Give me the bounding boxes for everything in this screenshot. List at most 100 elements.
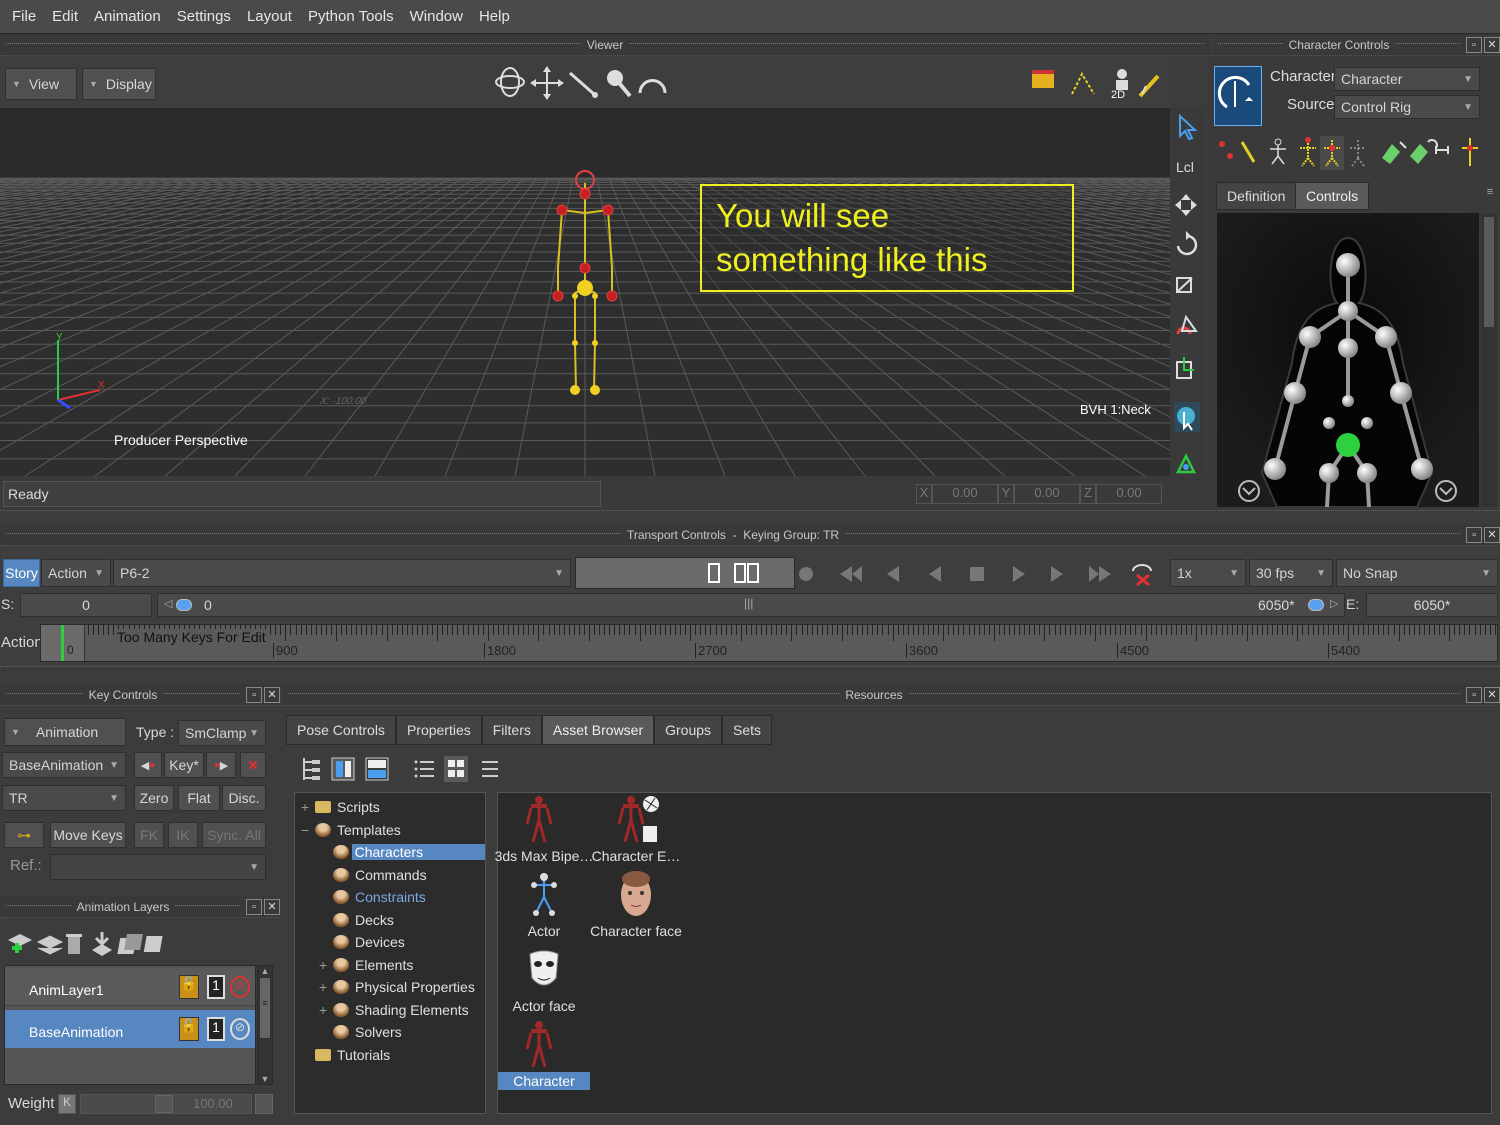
curve-icon[interactable] (1071, 71, 1095, 95)
expand-toggle-icon[interactable]: − (301, 822, 315, 838)
zoom-icon[interactable] (607, 70, 632, 98)
layers-close-icon[interactable]: ✕ (264, 898, 280, 915)
menu-item[interactable]: Animation (86, 8, 169, 25)
loop-icon[interactable] (1132, 564, 1152, 587)
next-key-button[interactable]: ● ▶ (206, 752, 236, 778)
character-dropdown[interactable]: Character ▼ (1334, 67, 1480, 91)
orbit-icon[interactable] (495, 67, 525, 97)
list-view-icon[interactable] (414, 760, 435, 778)
lock-icon[interactable]: 🔓 (179, 975, 199, 999)
zero-button[interactable]: Zero (134, 785, 174, 811)
character-control-figure[interactable] (1217, 213, 1479, 507)
float-icon[interactable]: ▫ (1466, 36, 1482, 53)
resources-float-icon[interactable]: ▫ (1466, 686, 1483, 703)
translate-icon[interactable] (1175, 194, 1197, 216)
ref-dropdown[interactable]: ▼ (50, 854, 266, 880)
prev-key-button[interactable]: ◀ ● (134, 752, 162, 778)
resource-tree[interactable]: + Scripts − Templates Characters Commands Cons… (294, 792, 486, 1114)
snap-dropdown[interactable]: No Snap ▼ (1336, 559, 1498, 587)
stick-figure-icon[interactable] (1270, 138, 1286, 165)
weight-key-button[interactable]: K (58, 1094, 76, 1114)
animation-menu-button[interactable]: ▼ Animation (4, 718, 126, 746)
dolly-icon[interactable] (569, 71, 598, 98)
z-field[interactable]: 0.00 (1096, 484, 1162, 504)
splitter[interactable] (0, 510, 1500, 524)
stop-icon[interactable] (970, 567, 984, 581)
pencil-icon[interactable] (1138, 74, 1160, 98)
tree-item[interactable]: + Elements (295, 954, 485, 977)
merge-layer-icon[interactable] (92, 932, 112, 956)
sync-all-button[interactable]: Sync. All (202, 822, 266, 848)
lock-icon[interactable]: 🔓 (179, 1017, 199, 1041)
recycle-icon[interactable] (1175, 453, 1197, 474)
menu-item[interactable]: File (4, 8, 44, 25)
tab-filters[interactable]: Filters (481, 715, 542, 745)
asset-item[interactable]: Character face (590, 868, 682, 943)
character-logo-icon[interactable] (1214, 66, 1262, 126)
solo-icon[interactable]: 1 (207, 975, 225, 999)
mute-icon[interactable]: ⊘ (230, 976, 250, 998)
start-time-field[interactable]: 0 (20, 593, 152, 617)
play-icon[interactable] (1013, 566, 1025, 582)
record-icon[interactable] (799, 567, 813, 581)
layer-row[interactable]: AnimLayer1 🔓 1 ⊘ (5, 968, 255, 1006)
source-dropdown[interactable]: Control Rig ▼ (1334, 95, 1480, 119)
layers-float-icon[interactable]: ▫ (246, 898, 262, 915)
slider-grip-icon[interactable]: ||| (744, 596, 753, 610)
time-start-handle-icon[interactable] (176, 599, 192, 611)
weight-extra-button[interactable] (255, 1094, 273, 1114)
playhead[interactable] (61, 625, 64, 661)
layer-row[interactable]: BaseAnimation 🔓 1 ⊘ (5, 1010, 255, 1048)
mute-icon[interactable]: ⊘ (230, 1018, 250, 1040)
asset-item[interactable]: Actor face (498, 943, 590, 1018)
fk-button[interactable]: FK (134, 822, 164, 848)
type-dropdown[interactable]: SmClamp ▼ (178, 720, 266, 746)
tree-item[interactable]: Characters (295, 841, 485, 864)
y-field[interactable]: 0.00 (1014, 484, 1080, 504)
tab-pose-controls[interactable]: Pose Controls (286, 715, 396, 745)
tree-item[interactable]: Solvers (295, 1021, 485, 1044)
time-slider[interactable]: ◁ 0 ||| 6050* ▷ (157, 593, 1345, 617)
timeline-preview[interactable] (575, 557, 795, 589)
asset-item[interactable]: Character (498, 1018, 590, 1093)
close-icon[interactable]: ✕ (1484, 36, 1500, 53)
move-icon[interactable] (530, 66, 564, 100)
take-dropdown[interactable]: P6-2 ▼ (113, 559, 571, 587)
ruler-icon[interactable] (1032, 70, 1054, 88)
tree-item[interactable]: + Physical Properties (295, 976, 485, 999)
time-end-handle-icon[interactable] (1308, 599, 1324, 611)
trash-icon[interactable] (66, 934, 82, 954)
rotate-icon[interactable] (1176, 231, 1198, 256)
next-key-icon[interactable] (1051, 566, 1065, 582)
pin-rotation-icon[interactable] (1410, 139, 1438, 164)
layers-list[interactable]: AnimLayer1 🔓 1 ⊘ BaseAnimation 🔓 1 ⊘ (4, 965, 256, 1085)
effector-icon[interactable] (1219, 141, 1256, 163)
2d-person-icon[interactable]: 2D (1111, 69, 1128, 101)
layers-icon[interactable] (36, 935, 64, 955)
speed-dropdown[interactable]: 1x ▼ (1170, 559, 1246, 587)
menu-item[interactable]: Edit (44, 8, 86, 25)
view-menu-button[interactable]: ▼ View (5, 68, 77, 100)
key-icon[interactable]: ⊶ (4, 822, 44, 848)
story-button[interactable]: Story (3, 559, 40, 587)
single-frame-icon[interactable] (708, 563, 720, 583)
expand-toggle-icon[interactable]: + (319, 979, 333, 995)
solo-icon[interactable]: 1 (207, 1017, 225, 1041)
asset-grid[interactable]: 3ds Max Bipe… Character E… Actor Character … (495, 792, 1492, 1114)
full-body-icon[interactable] (1300, 137, 1316, 167)
tab-groups[interactable]: Groups (654, 715, 723, 745)
add-layer-icon[interactable] (8, 934, 32, 953)
tree-item[interactable]: Devices (295, 931, 485, 954)
asset-item[interactable]: 3ds Max Bipe… (495, 793, 593, 868)
key-close-icon[interactable]: ✕ (264, 686, 281, 703)
tr-dropdown[interactable]: TR ▼ (2, 785, 126, 811)
roll-icon[interactable] (638, 79, 667, 94)
key-float-icon[interactable]: ▫ (246, 686, 263, 703)
pivot-icon[interactable] (1176, 357, 1194, 379)
asset-item[interactable]: Actor (498, 868, 590, 943)
disc-button[interactable]: Disc. (222, 785, 266, 811)
tree-view-icon[interactable] (303, 758, 320, 780)
tree-item[interactable]: + Scripts (295, 796, 485, 819)
split-horizontal-icon[interactable] (365, 757, 389, 781)
stack-layers-icon[interactable] (117, 934, 163, 954)
